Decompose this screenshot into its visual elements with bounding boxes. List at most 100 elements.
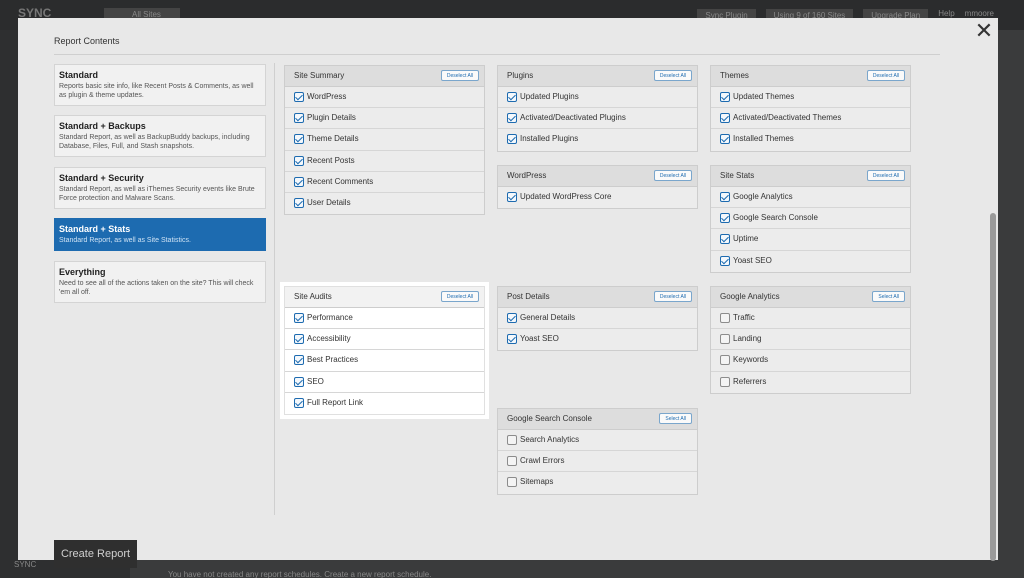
report-option-standard-stats[interactable]: Standard + Stats Standard Report, as wel… (54, 218, 266, 251)
checkbox-checked-icon[interactable] (720, 134, 730, 145)
deselect-all-button[interactable]: Deselect All (866, 70, 905, 81)
option-best-practices[interactable]: Best Practices (285, 350, 484, 372)
panel-plugins: Plugins Deselect All Updated Plugins Activa… (497, 65, 698, 152)
modal-title: Report Contents (54, 36, 120, 46)
report-option-title: Standard (59, 70, 99, 80)
option-installed-themes[interactable]: Installed Themes (711, 129, 910, 150)
option-crawl-errors[interactable]: Crawl Errors (498, 451, 697, 473)
checkbox-checked-icon[interactable] (294, 397, 304, 408)
checkbox-checked-icon[interactable] (720, 255, 730, 266)
checkbox-icon[interactable] (720, 355, 730, 366)
option-installed-plugins[interactable]: Installed Plugins (498, 129, 697, 150)
option-updated-plugins[interactable]: Updated Plugins (498, 87, 697, 109)
checkbox-checked-icon[interactable] (294, 313, 304, 323)
panel-wordpress: WordPress Deselect All Updated WordPress C… (497, 165, 698, 210)
checkbox-checked-icon[interactable] (507, 134, 517, 145)
option-theme-details[interactable]: Theme Details (285, 129, 484, 151)
report-option-standard[interactable]: Standard Reports basic site info, like R… (54, 64, 266, 106)
close-icon[interactable]: ✕ (974, 20, 994, 42)
report-option-standard-backups[interactable]: Standard + Backups Standard Report, as w… (54, 115, 266, 157)
panel-title: Plugins (507, 71, 534, 80)
report-option-everything[interactable]: Everything Need to see all of the action… (54, 261, 266, 303)
option-landing[interactable]: Landing (711, 329, 910, 351)
option-keywords[interactable]: Keywords (711, 350, 910, 372)
option-wordpress[interactable]: WordPress (285, 87, 484, 109)
report-option-desc: Need to see all of the actions taken on … (59, 280, 254, 296)
report-option-desc: Standard Report, as well as Site Statist… (59, 237, 191, 244)
checkbox-checked-icon[interactable] (507, 334, 517, 345)
option-traffic[interactable]: Traffic (711, 308, 910, 330)
option-recent-posts[interactable]: Recent Posts (285, 151, 484, 172)
option-yoast-seo[interactable]: Yoast SEO (711, 251, 910, 272)
option-full-report-link[interactable]: Full Report Link (285, 393, 484, 414)
checkbox-icon[interactable] (507, 477, 517, 488)
option-uptime[interactable]: Uptime (711, 229, 910, 251)
option-activated-deactivated-plugins[interactable]: Activated/Deactivated Plugins (498, 108, 697, 130)
report-option-standard-security[interactable]: Standard + Security Standard Report, as … (54, 167, 266, 209)
checkbox-icon[interactable] (720, 376, 730, 387)
option-label: Installed Plugins (520, 134, 579, 144)
panel-title: Google Search Console (507, 414, 592, 423)
option-label: Installed Themes (733, 134, 794, 144)
checkbox-checked-icon[interactable] (294, 197, 304, 208)
option-performance[interactable]: Performance (285, 308, 484, 330)
panel-google-search-console: Google Search Console Select All Search An… (497, 408, 698, 495)
panel-header: Site Summary Deselect All (285, 66, 484, 87)
option-plugin-details[interactable]: Plugin Details (285, 108, 484, 130)
option-general-details[interactable]: General Details (498, 308, 697, 330)
option-google-analytics[interactable]: Google Analytics (711, 187, 910, 209)
panel-google-analytics: Google Analytics Select All Traffic Landing… (710, 286, 911, 394)
checkbox-checked-icon[interactable] (720, 213, 730, 224)
deselect-all-button[interactable]: Deselect All (653, 70, 692, 81)
checkbox-checked-icon[interactable] (294, 155, 304, 166)
checkbox-checked-icon[interactable] (294, 113, 304, 124)
option-label: Referrers (733, 376, 767, 386)
option-google-search-console[interactable]: Google Search Console (711, 208, 910, 230)
option-label: Search Analytics (520, 435, 580, 444)
checkbox-checked-icon[interactable] (294, 176, 304, 187)
checkbox-checked-icon[interactable] (294, 355, 304, 366)
checkbox-checked-icon[interactable] (294, 92, 304, 102)
checkbox-checked-icon[interactable] (720, 192, 730, 202)
checkbox-checked-icon[interactable] (507, 92, 517, 102)
checkbox-checked-icon[interactable] (507, 113, 517, 124)
checkbox-icon[interactable] (720, 334, 730, 345)
checkbox-checked-icon[interactable] (720, 113, 730, 124)
checkbox-icon[interactable] (720, 313, 730, 323)
option-seo[interactable]: SEO (285, 372, 484, 393)
option-activated-deactivated-themes[interactable]: Activated/Deactivated Themes (711, 108, 910, 130)
option-label: Uptime (733, 234, 759, 244)
option-updated-themes[interactable]: Updated Themes (711, 87, 910, 109)
deselect-all-button[interactable]: Deselect All (440, 70, 479, 81)
deselect-all-button[interactable]: Deselect All (653, 170, 692, 181)
panel-header: Themes Deselect All (711, 66, 910, 87)
deselect-all-button[interactable]: Deselect All (866, 170, 905, 181)
option-label: Performance (307, 313, 353, 322)
checkbox-checked-icon[interactable] (720, 92, 730, 102)
deselect-all-button[interactable]: Deselect All (653, 291, 692, 302)
option-label: Accessibility (307, 334, 351, 344)
checkbox-checked-icon[interactable] (720, 234, 730, 245)
option-yoast-seo[interactable]: Yoast SEO (498, 329, 697, 350)
option-recent-comments[interactable]: Recent Comments (285, 172, 484, 193)
checkbox-checked-icon[interactable] (294, 376, 304, 387)
select-all-button[interactable]: Select All (659, 413, 692, 424)
option-updated-wordpress-core[interactable]: Updated WordPress Core (498, 187, 697, 208)
panel-title: WordPress (507, 171, 547, 180)
checkbox-icon[interactable] (507, 456, 517, 467)
checkbox-checked-icon[interactable] (507, 313, 517, 323)
select-all-button[interactable]: Select All (872, 291, 905, 302)
checkbox-checked-icon[interactable] (294, 334, 304, 345)
option-sitemaps[interactable]: Sitemaps (498, 472, 697, 493)
option-search-analytics[interactable]: Search Analytics (498, 430, 697, 452)
option-accessibility[interactable]: Accessibility (285, 329, 484, 351)
create-report-button[interactable]: Create Report (54, 540, 137, 568)
option-label: SEO (307, 376, 324, 386)
option-user-details[interactable]: User Details (285, 193, 484, 214)
checkbox-icon[interactable] (507, 435, 517, 445)
deselect-all-button[interactable]: Deselect All (440, 291, 479, 302)
checkbox-checked-icon[interactable] (507, 192, 517, 202)
option-referrers[interactable]: Referrers (711, 372, 910, 393)
checkbox-checked-icon[interactable] (294, 134, 304, 145)
modal-scrollbar-thumb[interactable] (990, 213, 996, 561)
